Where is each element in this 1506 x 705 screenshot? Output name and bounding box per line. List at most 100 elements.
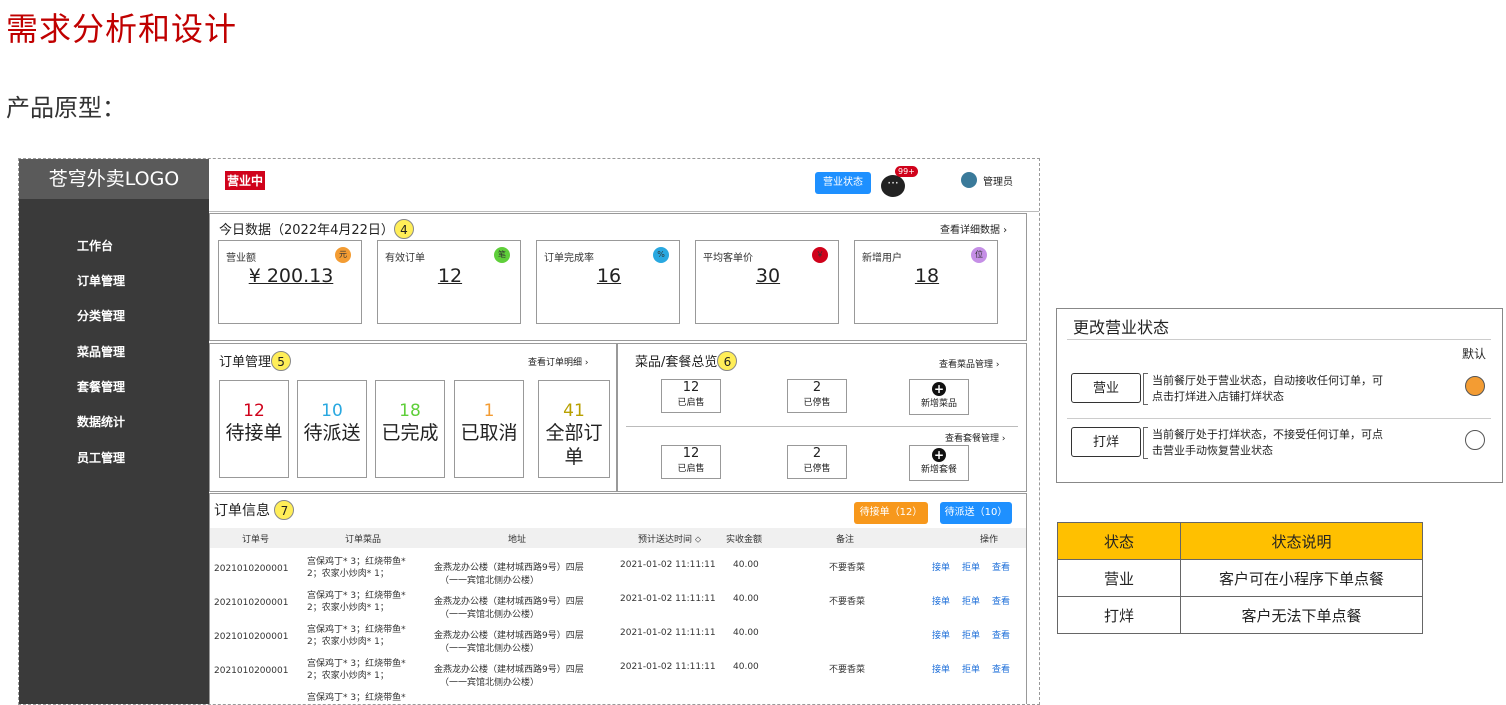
accept-order-link[interactable]: 接单: [932, 594, 950, 607]
add-dish-button[interactable]: + 新增菜品: [909, 379, 969, 415]
card-value: 18: [914, 265, 940, 287]
order-amount: 40.00: [733, 628, 759, 638]
page-heading: 需求分析和设计: [6, 10, 238, 48]
order-eta: 2021-01-02 11:11:11: [620, 560, 716, 570]
card-value: 12: [437, 265, 463, 287]
pending-orders-tab[interactable]: 待接单（12）: [854, 502, 928, 524]
status-table-row: 打烊 客户无法下单点餐: [1057, 596, 1423, 634]
status-table-header: 状态: [1057, 522, 1181, 560]
view-dish-management-link[interactable]: 查看菜品管理 ›: [939, 357, 999, 370]
order-count: 12: [243, 401, 265, 421]
bracket: [1143, 373, 1148, 405]
today-card[interactable]: 有效订单 笔 12: [377, 240, 521, 324]
nav-item-workbench[interactable]: 工作台: [77, 237, 113, 254]
card-icon: %: [653, 247, 669, 263]
nav-item-statistics[interactable]: 数据统计: [77, 413, 125, 430]
order-count: 41: [563, 401, 585, 421]
setmeal-off-sale-card[interactable]: 2 已停售: [787, 445, 847, 479]
card-value: 16: [596, 265, 622, 287]
order-status-card[interactable]: 1 已取消: [454, 380, 524, 478]
business-status-panel: 更改营业状态 默认 营业 当前餐厅处于营业状态，自动接收任何订单，可 点击打烊进入店…: [1056, 308, 1503, 483]
nav-item-orders[interactable]: 订单管理: [77, 272, 125, 289]
reject-order-link[interactable]: 拒单: [962, 594, 980, 607]
nav-item-setmeal[interactable]: 套餐管理: [77, 378, 125, 395]
order-status-card[interactable]: 41 全部订单: [538, 380, 610, 478]
view-order-link[interactable]: 查看: [992, 628, 1010, 641]
card-label: 有效订单: [385, 253, 425, 264]
status-desc-line1: 当前餐厅处于营业状态，自动接收任何订单，可: [1152, 374, 1383, 387]
setmeal-on-sale-card[interactable]: 12 已启售: [661, 445, 721, 479]
reject-order-link[interactable]: 拒单: [962, 560, 980, 573]
default-label: 默认: [1462, 347, 1487, 361]
nav-item-dish[interactable]: 菜品管理: [77, 343, 125, 360]
view-order-link[interactable]: 查看: [992, 662, 1010, 675]
page-subheading: 产品原型：: [6, 94, 126, 122]
status-desc-line2: 点击打烊进入店铺打烊状态: [1152, 390, 1284, 403]
message-icon[interactable]: ···: [881, 175, 905, 197]
app-logo: 苍穹外卖LOGO: [19, 159, 209, 199]
col-address: 地址: [508, 535, 527, 545]
status-desc-line2: 击营业手动恢复营业状态: [1152, 444, 1273, 457]
accept-order-link[interactable]: 接单: [932, 662, 950, 675]
divider: [626, 426, 1018, 427]
dish-off-sale-card[interactable]: 2 已停售: [787, 379, 847, 413]
status-table: 状态 状态说明 营业 客户可在小程序下单点餐 打烊 客户无法下单点餐: [1057, 522, 1423, 634]
divider: [1067, 339, 1491, 340]
order-amount: 40.00: [733, 594, 759, 604]
today-data-title: 今日数据（2022年4月22日） 4: [219, 219, 414, 239]
status-panel-title: 更改营业状态: [1073, 318, 1170, 337]
radio-icon[interactable]: [1465, 376, 1485, 396]
table-row: 2021010200001 宫保鸡丁* 3；红烧带鱼* 2；农家小炒肉* 1； 金燕龙…: [210, 586, 1026, 620]
nav-item-category[interactable]: 分类管理: [77, 307, 125, 324]
order-note: 不要香菜: [829, 563, 866, 573]
view-order-detail-link[interactable]: 查看订单明细 ›: [528, 355, 588, 368]
order-id: 2021010200001: [214, 598, 289, 608]
order-dishes-line2: 2；农家小炒肉* 1；: [307, 603, 389, 613]
table-row: 2021010200001 宫保鸡丁* 3；红烧带鱼* 2；农家小炒肉* 1； 金燕龙…: [210, 654, 1026, 688]
status-option: 营业 当前餐厅处于营业状态，自动接收任何订单，可 点击打烊进入店铺打烊状态: [1057, 367, 1502, 413]
order-note: 不要香菜: [829, 597, 866, 607]
status-desc-line1: 当前餐厅处于打烊状态，不接受任何订单，可点: [1152, 428, 1383, 441]
order-status-card[interactable]: 10 待派送: [297, 380, 367, 478]
reject-order-link[interactable]: 拒单: [962, 662, 980, 675]
card-value: ¥ 200.13: [248, 265, 334, 287]
today-card[interactable]: 新增用户 位 18: [854, 240, 998, 324]
open-button[interactable]: 营业: [1071, 373, 1141, 403]
avatar-icon[interactable]: [961, 172, 977, 188]
reject-order-link[interactable]: 拒单: [962, 628, 980, 641]
card-label: 订单完成率: [544, 253, 594, 264]
card-icon: 元: [335, 247, 351, 263]
view-order-link[interactable]: 查看: [992, 560, 1010, 573]
accept-order-link[interactable]: 接单: [932, 560, 950, 573]
order-status-label: 已取消: [460, 422, 518, 444]
order-eta: 2021-01-02 11:11:11: [620, 594, 716, 604]
annotation-7: 7: [274, 500, 295, 520]
order-address-line2: （一一宾馆北侧办公楼）: [440, 576, 540, 586]
view-order-link[interactable]: 查看: [992, 594, 1010, 607]
business-status-button[interactable]: 营业状态: [815, 172, 871, 194]
order-amount: 40.00: [733, 662, 759, 672]
order-status-card[interactable]: 18 已完成: [375, 380, 445, 478]
delivery-orders-tab[interactable]: 待派送（10）: [940, 502, 1012, 524]
add-setmeal-button[interactable]: + 新增套餐: [909, 445, 969, 481]
order-dishes-line1: 宫保鸡丁* 3；红烧带鱼*: [307, 693, 406, 703]
accept-order-link[interactable]: 接单: [932, 628, 950, 641]
order-address-line2: （一一宾馆北侧办公楼）: [440, 644, 540, 654]
table-row: 2021010200001 宫保鸡丁* 3；红烧带鱼* 2；农家小炒肉* 1； 金燕龙…: [210, 552, 1026, 586]
close-button[interactable]: 打烊: [1071, 427, 1141, 457]
today-card[interactable]: 平均客单价 ￥ 30: [695, 240, 839, 324]
admin-name[interactable]: 管理员: [983, 173, 1013, 188]
order-status-label: 待派送: [303, 422, 361, 444]
view-detail-link[interactable]: 查看详细数据 ›: [940, 221, 1007, 236]
radio-icon[interactable]: [1465, 430, 1485, 450]
order-status-card[interactable]: 12 待接单: [219, 380, 289, 478]
business-status-badge: 营业中: [225, 171, 266, 190]
order-count: 18: [399, 401, 421, 421]
dish-on-sale-card[interactable]: 12 已启售: [661, 379, 721, 413]
today-card[interactable]: 营业额 元 ¥ 200.13: [218, 240, 362, 324]
nav-item-employee[interactable]: 员工管理: [77, 449, 125, 466]
today-card[interactable]: 订单完成率% 16: [536, 240, 680, 324]
status-table-cell: 打烊: [1057, 596, 1181, 634]
view-setmeal-management-link[interactable]: 查看套餐管理 ›: [945, 431, 1005, 444]
order-info-title: 订单信息 7: [214, 500, 295, 520]
